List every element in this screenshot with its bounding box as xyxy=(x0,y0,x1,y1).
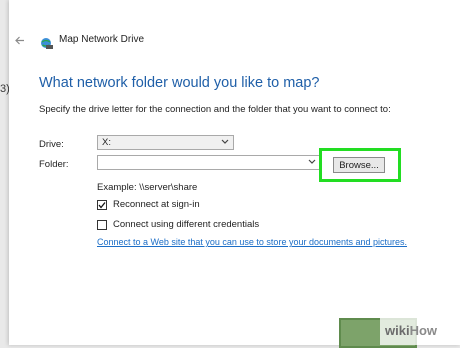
folder-label: Folder: xyxy=(39,159,69,170)
instruction-text: Specify the drive letter for the connect… xyxy=(39,104,391,115)
watermark-text: wikiHow xyxy=(385,323,437,338)
checkmark-icon xyxy=(98,202,106,209)
folder-combobox[interactable] xyxy=(97,155,321,170)
map-network-drive-dialog: Map Network Drive What network folder wo… xyxy=(9,0,460,348)
watermark-brand-suffix: How xyxy=(409,323,438,338)
credentials-checkbox[interactable] xyxy=(97,220,107,230)
browse-highlight-box: Browse... xyxy=(319,148,401,182)
example-text: Example: \\server\share xyxy=(97,182,198,193)
drive-select[interactable]: X: xyxy=(97,135,234,150)
chevron-down-icon[interactable] xyxy=(308,159,316,165)
credentials-label: Connect using different credentials xyxy=(113,219,260,230)
reconnect-label: Reconnect at sign-in xyxy=(113,199,200,210)
watermark-brand-prefix: wiki xyxy=(385,323,410,338)
title-bar: Map Network Drive xyxy=(9,30,309,50)
wikihow-watermark: wikiHow xyxy=(380,317,460,345)
network-drive-icon xyxy=(41,38,53,49)
wizard-heading: What network folder would you like to ma… xyxy=(39,75,320,91)
reconnect-checkbox[interactable] xyxy=(97,200,107,210)
drive-label: Drive: xyxy=(39,139,64,150)
back-arrow-icon[interactable] xyxy=(15,36,25,45)
browse-button[interactable]: Browse... xyxy=(333,157,385,173)
drive-value: X: xyxy=(102,137,111,148)
chevron-down-icon xyxy=(221,139,229,144)
window-title: Map Network Drive xyxy=(59,34,145,45)
web-site-link[interactable]: Connect to a Web site that you can use t… xyxy=(97,237,407,247)
